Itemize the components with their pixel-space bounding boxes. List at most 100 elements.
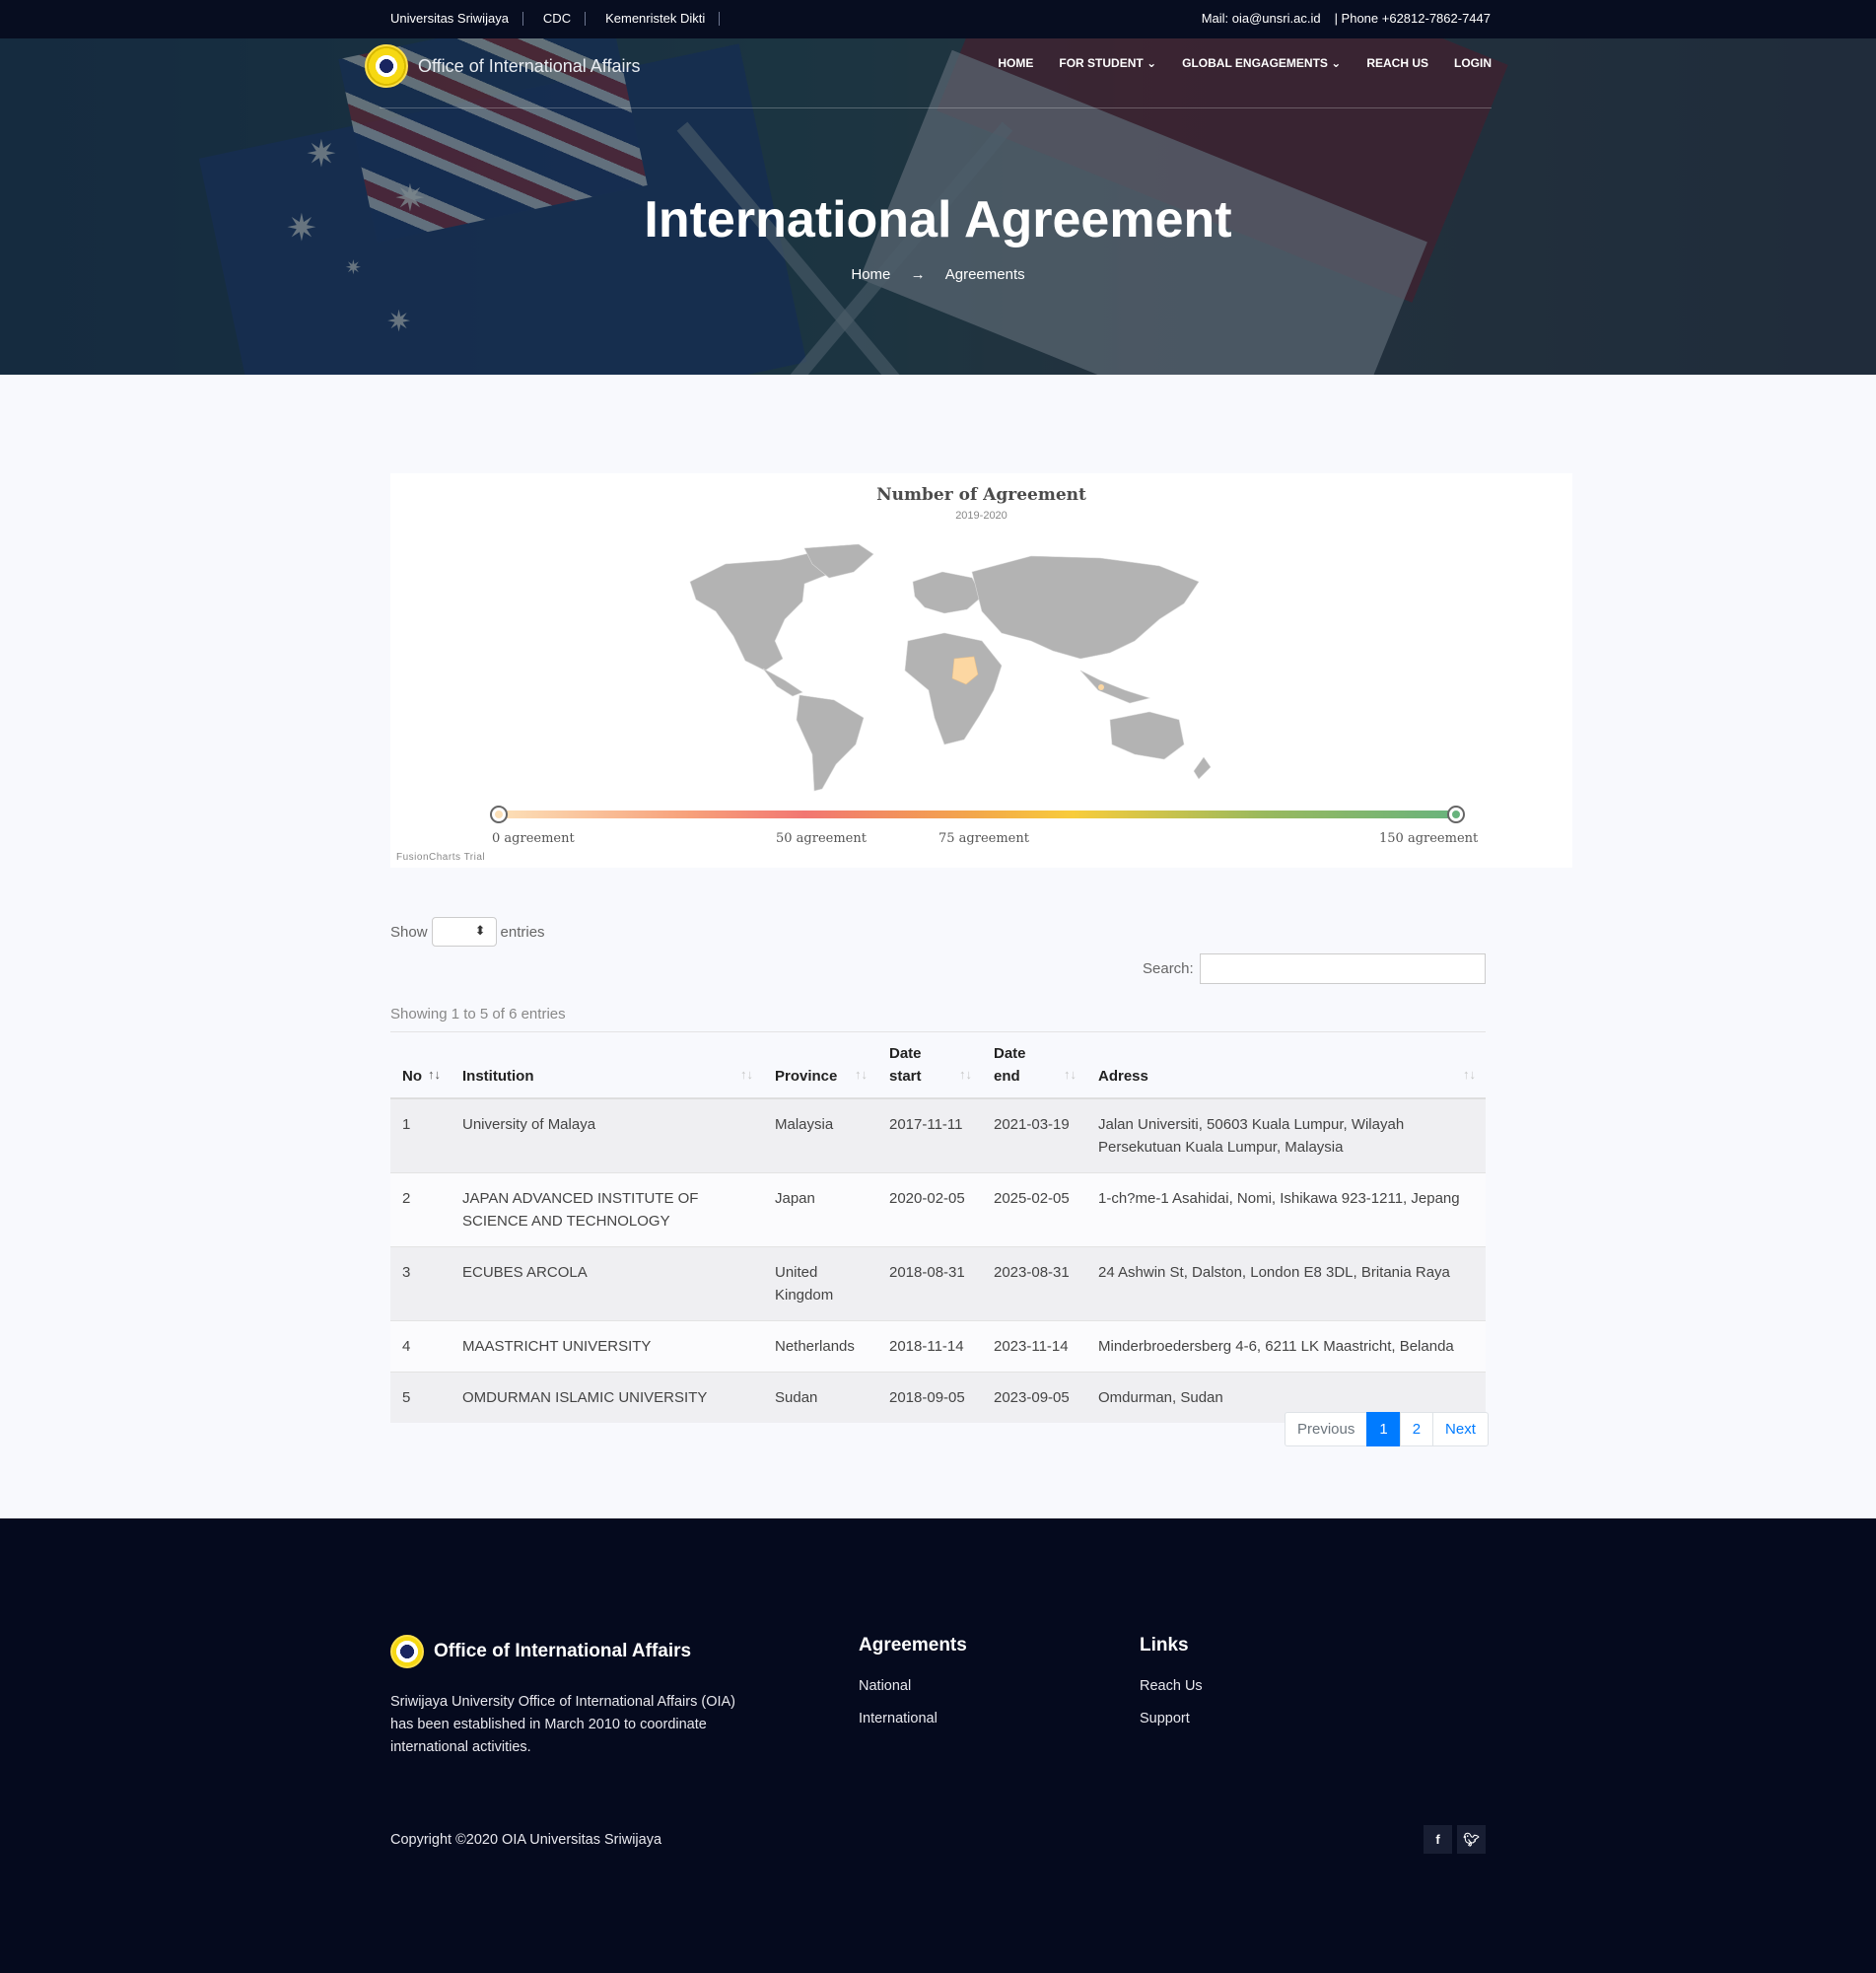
page-title: International Agreement [644, 191, 1232, 248]
column-header-address[interactable]: Adress ↑↓ [1086, 1032, 1486, 1099]
footer-brand-name: Office of International Affairs [434, 1641, 692, 1661]
footer-agreements-column: Agreements National International [859, 1635, 967, 1743]
pagination-previous[interactable]: Previous [1285, 1412, 1368, 1446]
table-row: 4 MAASTRICHT UNIVERSITY Netherlands 2018… [390, 1320, 1486, 1373]
cell-date-start: 2018-11-14 [877, 1320, 982, 1373]
column-header-no[interactable]: No ↑↓ [390, 1032, 451, 1099]
nav-for-student[interactable]: FOR STUDENT ⌄ [1059, 56, 1156, 70]
footer-link-reach-us[interactable]: Reach Us [1140, 1678, 1203, 1694]
cell-province: Japan [763, 1172, 877, 1247]
university-seal-icon [390, 1635, 424, 1668]
cell-date-start: 2020-02-05 [877, 1172, 982, 1247]
chart-title: Number of Agreement [876, 485, 1086, 505]
chart-watermark: FusionCharts Trial [396, 852, 486, 863]
pagination-next[interactable]: Next [1432, 1412, 1489, 1446]
breadcrumb-home[interactable]: Home [851, 266, 890, 283]
nav-global-engagements[interactable]: GLOBAL ENGAGEMENTS ⌄ [1182, 56, 1341, 70]
cell-address: 1-ch?me-1 Asahidai, Nomi, Ishikawa 923-1… [1086, 1172, 1486, 1247]
brand-name: Office of International Affairs [418, 55, 641, 76]
legend-label: 0 agreement [492, 831, 575, 846]
column-header-date-end[interactable]: Date end ↑↓ [982, 1032, 1086, 1099]
cell-institution: JAPAN ADVANCED INSTITUTE OF SCIENCE AND … [451, 1172, 763, 1247]
topbar-phone: | Phone +62812-7862-7447 [1334, 11, 1491, 26]
agreement-map-chart: Number of Agreement 2019-2020 0 agreemen… [390, 473, 1572, 868]
column-header-institution[interactable]: Institution ↑↓ [451, 1032, 763, 1099]
nav-home[interactable]: HOME [998, 56, 1033, 70]
arrow-right-icon: → [910, 266, 926, 283]
footer-link-international[interactable]: International [859, 1711, 967, 1726]
entries-select[interactable] [431, 917, 497, 947]
map-region-australia [1109, 711, 1185, 760]
column-header-province[interactable]: Province ↑↓ [763, 1032, 877, 1099]
university-seal-icon [365, 44, 408, 88]
map-region-malaysia [1098, 684, 1104, 690]
footer-agreements-title: Agreements [859, 1635, 967, 1656]
chart-subtitle: 2019-2020 [955, 510, 1007, 522]
cell-province: Malaysia [763, 1097, 877, 1173]
cell-address: Minderbroedersberg 4-6, 6211 LK Maastric… [1086, 1320, 1486, 1373]
topbar-mail[interactable]: Mail: oia@unsri.ac.id [1202, 12, 1321, 26]
agreements-table: No ↑↓ Institution ↑↓ Province ↑↓ Date start… [390, 1032, 1486, 1423]
cell-address: 24 Ashwin St, Dalston, London E8 3DL, Br… [1086, 1246, 1486, 1321]
topbar-link-cdc[interactable]: CDC [543, 12, 587, 26]
column-label: Province [775, 1068, 838, 1085]
table-row: 3 ECUBES ARCOLA United Kingdom 2018-08-3… [390, 1246, 1486, 1321]
cell-institution: OMDURMAN ISLAMIC UNIVERSITY [451, 1372, 763, 1423]
world-map[interactable] [686, 542, 1278, 799]
sort-icon: ↑↓ [855, 1067, 868, 1082]
nav-for-student-label: FOR STUDENT [1059, 56, 1144, 70]
twitter-icon[interactable]: 🐦︎ [1457, 1825, 1486, 1854]
topbar-link-unsri[interactable]: Universitas Sriwijaya [390, 12, 523, 26]
footer-links-column: Links Reach Us Support [1140, 1635, 1203, 1743]
cell-province: Netherlands [763, 1320, 877, 1373]
social-links: f 🐦︎ [1424, 1825, 1486, 1854]
facebook-icon[interactable]: f [1424, 1825, 1452, 1854]
search-input[interactable] [1199, 953, 1486, 984]
nav-global-engagements-label: GLOBAL ENGAGEMENTS [1182, 56, 1328, 70]
map-region-southeast-asia [1079, 669, 1151, 704]
column-header-date-start[interactable]: Date start ↑↓ [877, 1032, 982, 1099]
table-row: 2 JAPAN ADVANCED INSTITUTE OF SCIENCE AN… [390, 1172, 1486, 1247]
legend-label: 150 agreement [1379, 831, 1479, 846]
breadcrumb-agreements: Agreements [944, 266, 1025, 283]
sort-icon: ↑↓ [959, 1067, 972, 1082]
main-nav: Office of International Affairs HOME FOR… [0, 38, 1876, 108]
sort-ascending-icon: ↑↓ [428, 1067, 441, 1082]
cell-institution: University of Malaya [451, 1097, 763, 1173]
cell-date-end: 2023-11-14 [982, 1320, 1086, 1373]
column-label: No [402, 1068, 422, 1085]
cell-date-end: 2021-03-19 [982, 1097, 1086, 1173]
footer-link-national[interactable]: National [859, 1678, 967, 1694]
copyright: Copyright ©2020 OIA Universitas Sriwijay… [390, 1832, 662, 1848]
column-label: Date end [994, 1045, 1026, 1085]
cell-date-end: 2023-08-31 [982, 1246, 1086, 1321]
search-label: Search: [1143, 960, 1194, 977]
legend-label: 75 agreement [938, 831, 1029, 846]
map-region-africa [904, 632, 1003, 745]
topbar-link-kemenristek[interactable]: Kemenristek Dikti [605, 12, 721, 26]
footer-link-support[interactable]: Support [1140, 1711, 1203, 1726]
footer-brand[interactable]: Office of International Affairs [390, 1635, 691, 1668]
pagination-page-2[interactable]: 2 [1399, 1412, 1434, 1446]
legend-label: 50 agreement [776, 831, 867, 846]
brand-logo-link[interactable]: Office of International Affairs [365, 44, 640, 88]
nav-login[interactable]: LOGIN [1454, 56, 1492, 70]
nav-reach-us[interactable]: REACH US [1366, 56, 1428, 70]
sort-icon: ↑↓ [740, 1067, 753, 1082]
cell-no: 4 [390, 1320, 451, 1373]
map-region-europe [912, 571, 983, 614]
cell-date-start: 2018-08-31 [877, 1246, 982, 1321]
cell-date-start: 2018-09-05 [877, 1372, 982, 1423]
cell-date-start: 2017-11-11 [877, 1097, 982, 1173]
legend-max-slider[interactable] [1447, 806, 1465, 823]
top-bar: Universitas Sriwijaya CDC Kemenristek Di… [0, 0, 1876, 38]
cell-address: Jalan Universiti, 50603 Kuala Lumpur, Wi… [1086, 1097, 1486, 1173]
entries-label: entries [500, 923, 545, 941]
sort-icon: ↑↓ [1463, 1067, 1476, 1082]
pagination-page-1[interactable]: 1 [1366, 1412, 1401, 1446]
cell-no: 3 [390, 1246, 451, 1321]
map-region-central-america [762, 668, 803, 697]
legend-min-slider[interactable] [490, 806, 508, 823]
table-row: 1 University of Malaya Malaysia 2017-11-… [390, 1097, 1486, 1173]
cell-date-end: 2023-09-05 [982, 1372, 1086, 1423]
